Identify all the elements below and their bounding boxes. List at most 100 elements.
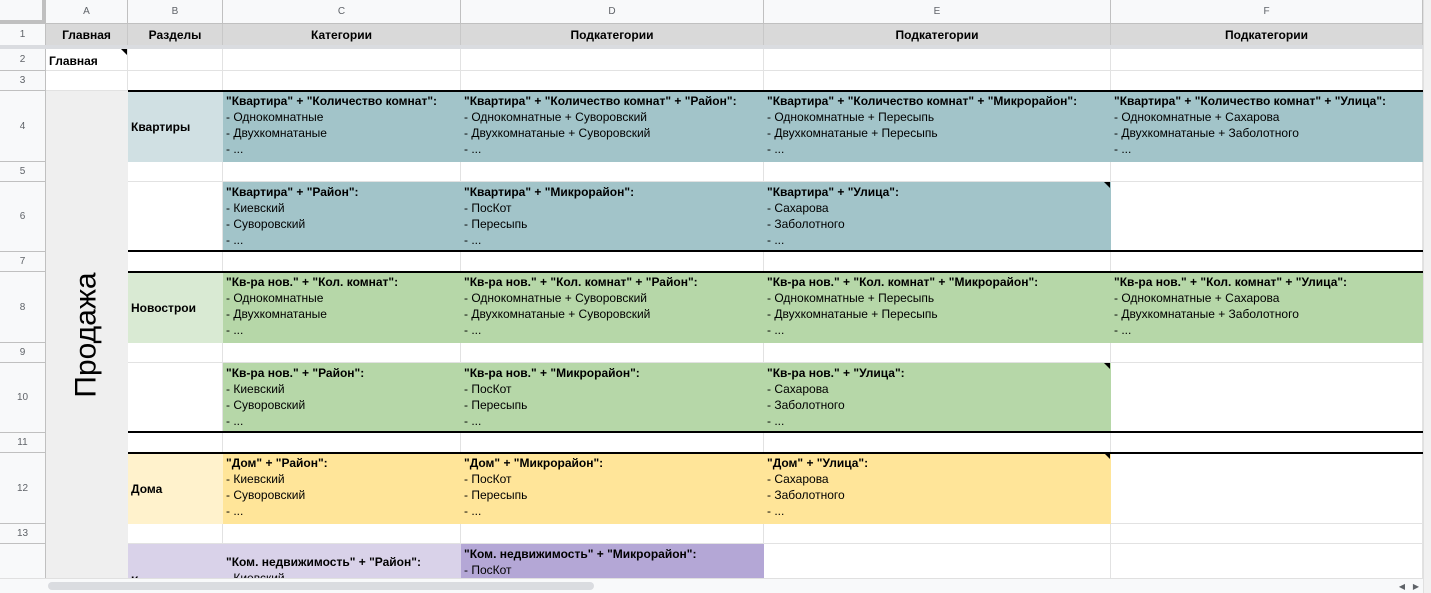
- column-header-c[interactable]: C: [223, 0, 461, 24]
- row-header-14[interactable]: [0, 544, 46, 578]
- cell-line: - Однокомнатные + Суворовский: [464, 291, 647, 305]
- cell-line: - Суворовский: [226, 398, 306, 412]
- horizontal-scroll-thumb[interactable]: [48, 582, 594, 590]
- horizontal-scrollbar[interactable]: ◀ ▶: [0, 578, 1423, 593]
- frozen-row-divider[interactable]: [0, 45, 1423, 49]
- cell-c14[interactable]: "Ком. недвижимость" + "Район": - Киевски…: [223, 544, 461, 578]
- cell-line: - ПосКот: [464, 472, 512, 486]
- column-header-b[interactable]: B: [128, 0, 223, 24]
- cell-a2[interactable]: Главная: [46, 51, 128, 71]
- cell-line: - Пересыпь: [464, 398, 528, 412]
- cell-line: - ...: [1114, 323, 1132, 337]
- cell-c4[interactable]: "Квартира" + "Количество комнат": - Одно…: [223, 91, 461, 162]
- cell-line: - ...: [226, 323, 244, 337]
- spreadsheet-grid[interactable]: A B C D E F 1 2 3 4 5 6 7 8 9 10 11 12 1…: [0, 0, 1423, 578]
- row-header-9[interactable]: 9: [0, 343, 46, 363]
- cell-line: - ...: [767, 233, 785, 247]
- cell-line: - Киевский: [226, 382, 285, 396]
- select-all-corner[interactable]: [0, 0, 46, 24]
- cell-line: - Двухкомнатаные + Заболотного: [1114, 126, 1299, 140]
- column-header-f[interactable]: F: [1111, 0, 1423, 24]
- cell-d14[interactable]: "Ком. недвижимость" + "Микрорайон": - По…: [461, 544, 764, 578]
- cell-line: - Сахарова: [767, 382, 829, 396]
- cell-line: - Однокомнатные: [226, 110, 324, 124]
- cell-title: "Ком. недвижимость" + "Микрорайон":: [464, 547, 697, 561]
- row-header-4[interactable]: 4: [0, 91, 46, 162]
- header-cell-d1[interactable]: Подкатегории: [461, 24, 764, 46]
- cell-f4[interactable]: "Квартира" + "Количество комнат" + "Улиц…: [1111, 91, 1423, 162]
- cell-e8[interactable]: "Кв-ра нов." + "Кол. комнат" + "Микрорай…: [764, 272, 1111, 343]
- row-header-3[interactable]: 3: [0, 71, 46, 91]
- cell-line: - ...: [226, 233, 244, 247]
- cell-line: - ПосКот: [464, 382, 512, 396]
- cell-line: - Заболотного: [767, 398, 845, 412]
- cell-line: - Заболотного: [767, 488, 845, 502]
- column-header-e[interactable]: E: [764, 0, 1111, 24]
- section-kvartiry[interactable]: Квартиры: [128, 91, 223, 162]
- gridline: [46, 70, 1423, 71]
- cell-title: "Кв-ра нов." + "Кол. комнат" + "Микрорай…: [767, 275, 1039, 289]
- row-header-1[interactable]: 1: [0, 24, 46, 46]
- section-novostroi[interactable]: Новострои: [128, 272, 223, 343]
- cell-line: - ...: [767, 414, 785, 428]
- cell-a4-merged[interactable]: Продажа: [46, 91, 128, 578]
- scroll-left-arrow-icon[interactable]: ◀: [1395, 580, 1409, 592]
- cell-line: - Двухкомнатаные: [226, 126, 327, 140]
- section-doma[interactable]: Дома: [128, 453, 223, 524]
- cell-d10[interactable]: "Кв-ра нов." + "Микрорайон": - ПосКот - …: [461, 363, 764, 433]
- cell-c10[interactable]: "Кв-ра нов." + "Район": - Киевский - Сув…: [223, 363, 461, 433]
- cell-title: "Кв-ра нов." + "Кол. комнат":: [226, 275, 399, 289]
- scroll-right-arrow-icon[interactable]: ▶: [1409, 580, 1423, 592]
- cell-line: - ...: [1114, 142, 1132, 156]
- column-header-a[interactable]: A: [46, 0, 128, 24]
- header-cell-e1[interactable]: Подкатегории: [764, 24, 1111, 46]
- row-header-12[interactable]: 12: [0, 453, 46, 524]
- cell-e10[interactable]: "Кв-ра нов." + "Улица": - Сахарова - Заб…: [764, 363, 1111, 433]
- cell-d4[interactable]: "Квартира" + "Количество комнат" + "Райо…: [461, 91, 764, 162]
- vertical-scrollbar[interactable]: [1423, 0, 1431, 593]
- row-header-7[interactable]: 7: [0, 252, 46, 272]
- section-kommercheskaya[interactable]: Коммерческая: [128, 544, 223, 578]
- cell-line: - Однокомнатные + Сахарова: [1114, 291, 1280, 305]
- cell-line: - ...: [464, 323, 482, 337]
- cell-line: - ...: [226, 142, 244, 156]
- cell-c12[interactable]: "Дом" + "Район": - Киевский - Суворовски…: [223, 453, 461, 524]
- cell-e12[interactable]: "Дом" + "Улица": - Сахарова - Заболотног…: [764, 453, 1111, 524]
- column-header-d[interactable]: D: [461, 0, 764, 24]
- row-header-6[interactable]: 6: [0, 182, 46, 252]
- cell-title: "Квартира" + "Количество комнат" + "Микр…: [767, 94, 1078, 108]
- cell-e4[interactable]: "Квартира" + "Количество комнат" + "Микр…: [764, 91, 1111, 162]
- cell-d12[interactable]: "Дом" + "Микрорайон": - ПосКот - Пересып…: [461, 453, 764, 524]
- section-border: [128, 271, 1423, 273]
- cell-line: - ...: [464, 142, 482, 156]
- cell-title: "Дом" + "Улица":: [767, 456, 869, 470]
- row-header-13[interactable]: 13: [0, 524, 46, 544]
- row-header-11[interactable]: 11: [0, 433, 46, 453]
- section-border: [128, 90, 1423, 92]
- row-header-10[interactable]: 10: [0, 363, 46, 433]
- cell-line: - ...: [464, 233, 482, 247]
- header-cell-c1[interactable]: Категории: [223, 24, 461, 46]
- cell-d8[interactable]: "Кв-ра нов." + "Кол. комнат" + "Район": …: [461, 272, 764, 343]
- cell-line: - ...: [767, 142, 785, 156]
- cell-c8[interactable]: "Кв-ра нов." + "Кол. комнат": - Однокомн…: [223, 272, 461, 343]
- cell-line: - ПосКот: [464, 201, 512, 215]
- cell-line: - Суворовский: [226, 488, 306, 502]
- row-header-5[interactable]: 5: [0, 162, 46, 182]
- row-header-8[interactable]: 8: [0, 272, 46, 343]
- header-cell-b1[interactable]: Разделы: [128, 24, 223, 46]
- header-cell-a1[interactable]: Главная: [46, 24, 128, 46]
- cell-title: "Кв-ра нов." + "Улица":: [767, 366, 905, 380]
- cell-e6[interactable]: "Квартира" + "Улица": - Сахарова - Забол…: [764, 182, 1111, 252]
- cell-d6[interactable]: "Квартира" + "Микрорайон": - ПосКот - Пе…: [461, 182, 764, 252]
- cell-line: - ПосКот: [464, 563, 512, 577]
- header-cell-f1[interactable]: Подкатегории: [1111, 24, 1423, 46]
- cell-f8[interactable]: "Кв-ра нов." + "Кол. комнат" + "Улица": …: [1111, 272, 1423, 343]
- cell-line: - Двухкомнатаные + Заболотного: [1114, 307, 1299, 321]
- cell-title: "Дом" + "Район":: [226, 456, 328, 470]
- cell-c6[interactable]: "Квартира" + "Район": - Киевский - Сувор…: [223, 182, 461, 252]
- row-header-2[interactable]: 2: [0, 49, 46, 71]
- cell-line: - Однокомнатные + Сахарова: [1114, 110, 1280, 124]
- cell-title: "Кв-ра нов." + "Микрорайон":: [464, 366, 640, 380]
- cell-title: "Квартира" + "Количество комнат" + "Улиц…: [1114, 94, 1387, 108]
